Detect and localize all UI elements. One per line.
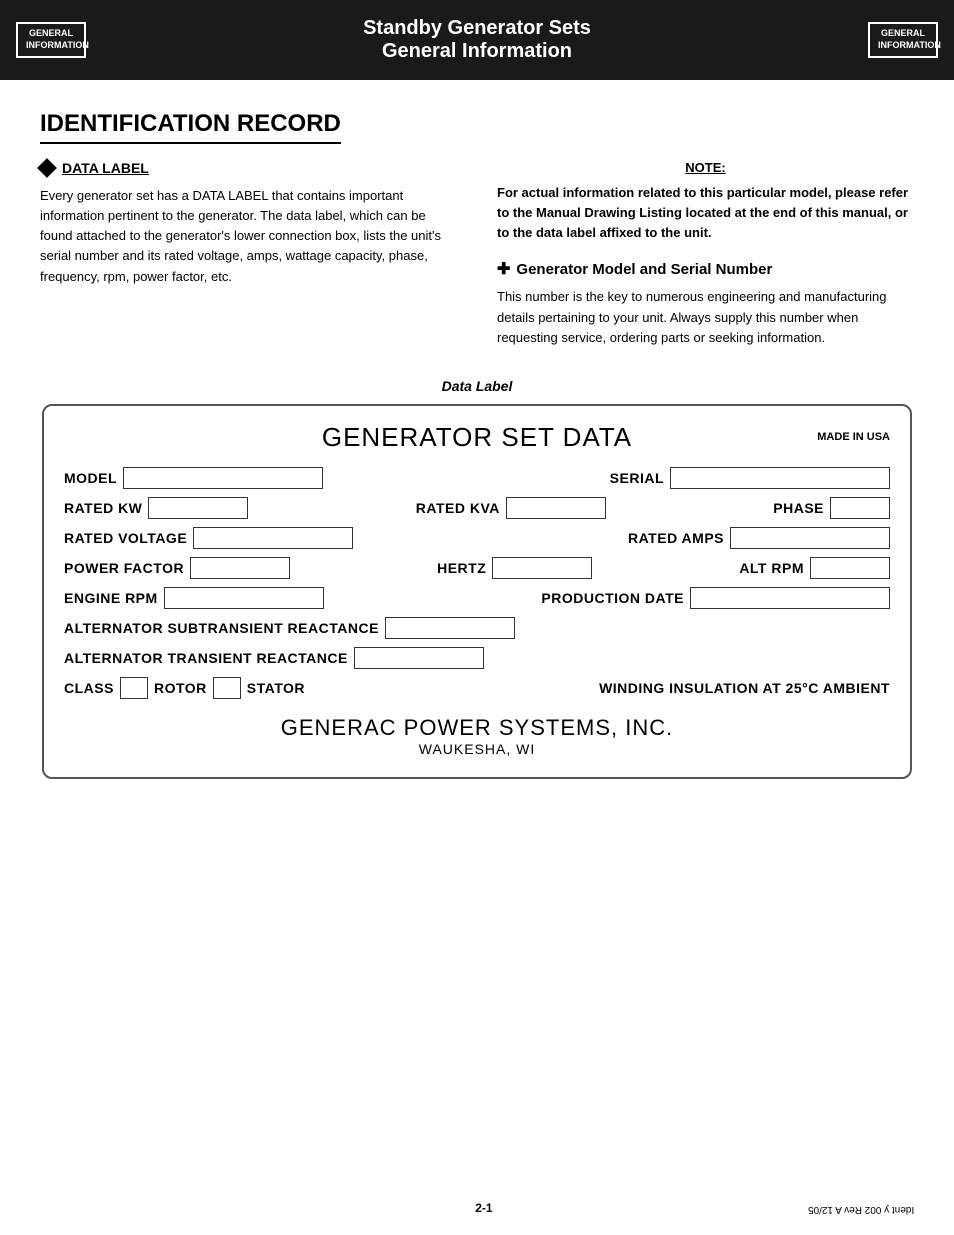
phase-label: PHASE xyxy=(773,500,824,516)
rated-kw-field xyxy=(148,497,248,519)
dl-title-row: GENERATOR SET DATA MADE IN USA xyxy=(64,422,890,453)
production-date-field xyxy=(690,587,890,609)
cross-icon: ✚ xyxy=(497,259,510,279)
rated-kw-label: RATED KW xyxy=(64,500,142,516)
rated-kva-label: RATED KVA xyxy=(416,500,500,516)
engine-rpm-field xyxy=(164,587,324,609)
alt-trans-label: ALTERNATOR TRANSIENT REACTANCE xyxy=(64,650,348,666)
dl-row-voltage-amps: RATED VOLTAGE RATED AMPS xyxy=(64,527,890,549)
footer-doc-id: Ident y 002 Rev A 12/05 xyxy=(808,1201,914,1215)
dl-company-location: WAUKESHA, WI xyxy=(64,741,890,757)
dl-row-class-rotor-stator: CLASS ROTOR STATOR WINDING INSULATION AT… xyxy=(64,677,890,699)
dl-row-model-serial: MODEL SERIAL xyxy=(64,467,890,489)
class-label: CLASS xyxy=(64,680,114,696)
engine-rpm-label: ENGINE RPM xyxy=(64,590,158,606)
model-field xyxy=(123,467,323,489)
serial-label: SERIAL xyxy=(610,470,664,486)
header-title: Standby Generator Sets General Informati… xyxy=(86,17,868,63)
right-column: NOTE: For actual information related to … xyxy=(497,160,914,348)
data-label-heading: DATA LABEL xyxy=(40,160,457,176)
diamond-icon xyxy=(37,158,57,178)
rotor-field xyxy=(213,677,241,699)
dl-row-enginerpm-proddate: ENGINE RPM PRODUCTION DATE xyxy=(64,587,890,609)
main-content: IDENTIFICATION RECORD DATA LABEL Every g… xyxy=(0,80,954,799)
hertz-label: HERTZ xyxy=(437,560,486,576)
model-label: MODEL xyxy=(64,470,117,486)
serial-field xyxy=(670,467,890,489)
alt-rpm-field xyxy=(810,557,890,579)
rotor-label: ROTOR xyxy=(154,680,207,696)
production-date-label: PRODUCTION DATE xyxy=(541,590,684,606)
data-label-caption: Data Label xyxy=(40,378,914,394)
header-logo-right: GENERAL INFORMATION xyxy=(868,22,938,57)
left-column: DATA LABEL Every generator set has a DAT… xyxy=(40,160,457,348)
rated-amps-field xyxy=(730,527,890,549)
phase-field xyxy=(830,497,890,519)
dl-row-alt-trans: ALTERNATOR TRANSIENT REACTANCE xyxy=(64,647,890,669)
dl-main-title: GENERATOR SET DATA xyxy=(144,422,810,453)
gen-model-body: This number is the key to numerous engin… xyxy=(497,287,914,347)
power-factor-field xyxy=(190,557,290,579)
alt-trans-field xyxy=(354,647,484,669)
dl-company-name: GENERAC POWER SYSTEMS, INC. xyxy=(64,715,890,741)
dl-made-in-usa: MADE IN USA xyxy=(810,431,890,443)
two-column-layout: DATA LABEL Every generator set has a DAT… xyxy=(40,160,914,348)
dl-company: GENERAC POWER SYSTEMS, INC. WAUKESHA, WI xyxy=(64,715,890,757)
power-factor-label: POWER FACTOR xyxy=(64,560,184,576)
data-label-body: Every generator set has a DATA LABEL tha… xyxy=(40,186,457,287)
note-heading: NOTE: xyxy=(497,160,914,175)
dl-row-kw-kva-phase: RATED KW RATED KVA PHASE xyxy=(64,497,890,519)
page-footer: 2-1 Ident y 002 Rev A 12/05 xyxy=(0,1201,954,1215)
note-body: For actual information related to this p… xyxy=(497,183,914,243)
rated-voltage-field xyxy=(193,527,353,549)
footer-page-number: 2-1 xyxy=(160,1201,808,1215)
alt-subtrans-field xyxy=(385,617,515,639)
rated-voltage-label: RATED VOLTAGE xyxy=(64,530,187,546)
winding-label: WINDING INSULATION AT 25°C AMBIENT xyxy=(599,680,890,696)
dl-row-pf-hertz-altrpm: POWER FACTOR HERTZ ALT RPM xyxy=(64,557,890,579)
header-logo-left: GENERAL INFORMATION xyxy=(16,22,86,57)
dl-row-alt-subtrans: ALTERNATOR SUBTRANSIENT REACTANCE xyxy=(64,617,890,639)
data-label-form: GENERATOR SET DATA MADE IN USA MODEL SER… xyxy=(42,404,912,779)
alt-subtrans-label: ALTERNATOR SUBTRANSIENT REACTANCE xyxy=(64,620,379,636)
hertz-field xyxy=(492,557,592,579)
page-header: GENERAL INFORMATION Standby Generator Se… xyxy=(0,0,954,80)
page-title: IDENTIFICATION RECORD xyxy=(40,110,341,144)
rated-amps-label: RATED AMPS xyxy=(628,530,724,546)
rated-kva-field xyxy=(506,497,606,519)
stator-label: STATOR xyxy=(247,680,305,696)
alt-rpm-label: ALT RPM xyxy=(739,560,804,576)
class-field xyxy=(120,677,148,699)
gen-model-heading: ✚ Generator Model and Serial Number xyxy=(497,259,914,279)
